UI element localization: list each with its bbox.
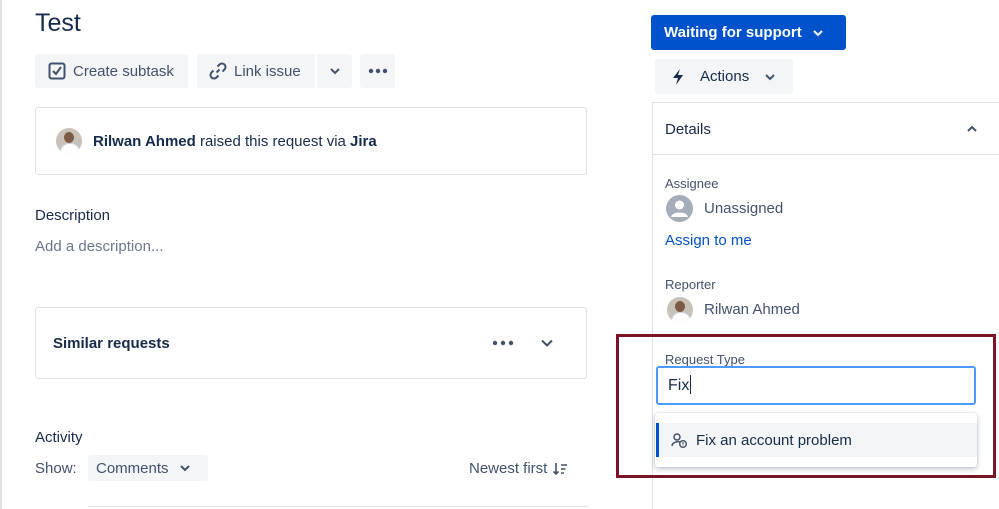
reporter-label: Reporter [665,277,716,292]
avatar [667,297,693,323]
unassigned-avatar-icon [666,195,693,227]
more-icon [368,68,387,74]
sort-order-button[interactable]: Newest first [469,460,568,477]
create-subtask-button[interactable]: Create subtask [35,54,188,88]
more-icon [492,340,514,346]
more-actions-button[interactable] [360,54,395,88]
link-issue-button[interactable]: Link issue [197,54,315,88]
link-icon [209,62,227,80]
left-edge-divider [0,0,2,509]
sort-icon [553,462,568,475]
activity-show-label: Show: [35,460,77,477]
chevron-down-icon [765,73,775,80]
issue-title[interactable]: Test [35,9,81,38]
chevron-down-icon [329,68,340,75]
description-placeholder[interactable]: Add a description... [35,238,163,255]
actions-label: Actions [700,68,750,85]
assign-to-me-link[interactable]: Assign to me [665,232,752,249]
status-button[interactable]: Waiting for support [651,15,846,50]
comment-box-edge [88,506,588,507]
create-subtask-label: Create subtask [73,62,174,80]
chevron-up-icon [967,125,977,132]
status-label: Waiting for support [664,24,802,41]
assignee-label: Assignee [665,176,719,191]
similar-requests-expand-button[interactable] [539,335,555,351]
link-issue-dropdown-button[interactable] [317,54,352,88]
activity-heading: Activity [35,429,83,446]
actions-button[interactable]: Actions [655,59,793,94]
chevron-down-icon [541,339,553,347]
avatar [56,128,82,154]
activity-filter-select[interactable]: Comments [88,455,208,481]
reporter-value[interactable]: Rilwan Ahmed [704,301,800,318]
raised-by-text: Rilwan Ahmed raised this request via Jir… [93,133,377,150]
chevron-down-icon [179,465,190,472]
raised-by-middle: raised this request via [195,133,351,150]
link-issue-label: Link issue [234,62,301,80]
similar-requests-more-button[interactable] [490,335,516,351]
similar-requests-heading: Similar requests [53,335,170,352]
raised-by-name[interactable]: Rilwan Ahmed [93,133,196,150]
details-heading: Details [665,121,711,138]
activity-filter-value: Comments [96,459,169,477]
details-divider [652,154,999,155]
highlight-box [616,334,996,478]
details-collapse-button[interactable] [964,121,980,137]
sort-order-label: Newest first [469,460,548,477]
lightning-icon [673,68,683,85]
chevron-down-icon [813,29,823,36]
raised-via-channel: Jira [350,133,377,150]
subtask-icon [48,62,66,80]
assignee-value[interactable]: Unassigned [704,200,783,217]
description-heading: Description [35,207,111,224]
